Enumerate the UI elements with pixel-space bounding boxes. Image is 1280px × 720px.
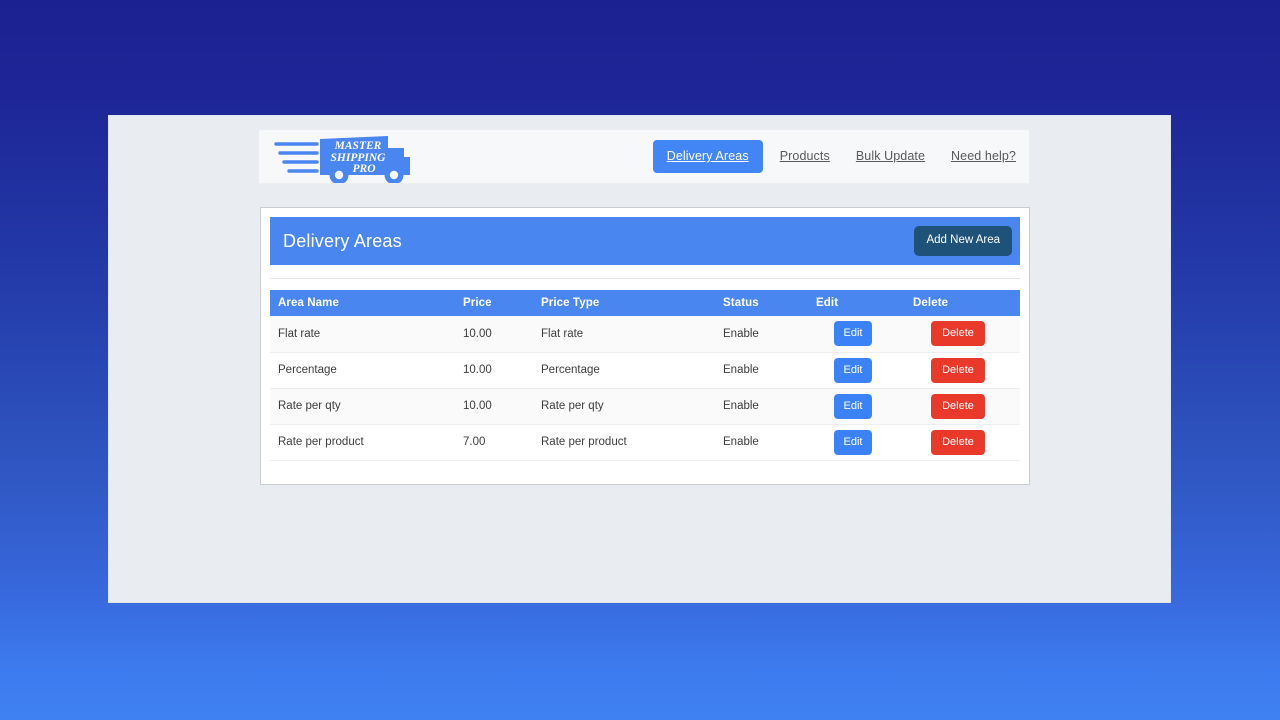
nav-item-bulk-update[interactable]: Bulk Update (843, 150, 938, 163)
edit-button[interactable]: Edit (834, 394, 872, 419)
delete-button[interactable]: Delete (931, 358, 985, 383)
top-navbar: MASTER SHIPPING PRO Delivery Areas Produ… (259, 130, 1029, 184)
cell-price-type: Rate per qty (533, 388, 715, 424)
svg-text:PRO: PRO (353, 163, 376, 175)
table-row: Rate per qty 10.00 Rate per qty Enable E… (270, 388, 1020, 424)
cell-price: 7.00 (455, 424, 533, 460)
delete-button[interactable]: Delete (931, 394, 985, 419)
cell-area-name: Rate per qty (270, 388, 455, 424)
cell-price-type: Flat rate (533, 316, 715, 352)
cell-price: 10.00 (455, 388, 533, 424)
cell-status: Enable (715, 352, 808, 388)
edit-button[interactable]: Edit (834, 321, 872, 346)
edit-button[interactable]: Edit (834, 358, 872, 383)
svg-text:MASTER: MASTER (334, 140, 382, 152)
add-new-area-button[interactable]: Add New Area (914, 226, 1012, 256)
column-header-delete: Delete (905, 290, 1020, 316)
page-title: Delivery Areas (283, 231, 402, 252)
cell-area-name: Flat rate (270, 316, 455, 352)
column-header-edit: Edit (808, 290, 905, 316)
column-header-area-name: Area Name (270, 290, 455, 316)
nav-item-products[interactable]: Products (767, 150, 843, 163)
table-row: Flat rate 10.00 Flat rate Enable Edit De… (270, 316, 1020, 352)
app-viewport-panel: MASTER SHIPPING PRO Delivery Areas Produ… (108, 115, 1171, 603)
delivery-truck-icon: MASTER SHIPPING PRO (270, 130, 422, 184)
table-header-row: Area Name Price Price Type Status Edit D… (270, 290, 1020, 316)
cell-area-name: Rate per product (270, 424, 455, 460)
cell-price-type: Percentage (533, 352, 715, 388)
delete-button[interactable]: Delete (931, 321, 985, 346)
cell-price-type: Rate per product (533, 424, 715, 460)
delivery-areas-card: Delivery Areas Add New Area Area Name Pr… (260, 207, 1030, 485)
nav-item-need-help[interactable]: Need help? (938, 150, 1029, 163)
nav-item-delivery-areas[interactable]: Delivery Areas (653, 140, 763, 173)
column-header-price: Price (455, 290, 533, 316)
edit-button[interactable]: Edit (834, 430, 872, 455)
cell-status: Enable (715, 424, 808, 460)
nav-links: Delivery Areas Products Bulk Update Need… (653, 130, 1029, 183)
column-header-status: Status (715, 290, 808, 316)
delivery-areas-table: Area Name Price Price Type Status Edit D… (270, 290, 1020, 461)
cell-status: Enable (715, 316, 808, 352)
cell-area-name: Percentage (270, 352, 455, 388)
delete-button[interactable]: Delete (931, 430, 985, 455)
table-row: Rate per product 7.00 Rate per product E… (270, 424, 1020, 460)
cell-price: 10.00 (455, 352, 533, 388)
cell-status: Enable (715, 388, 808, 424)
cell-price: 10.00 (455, 316, 533, 352)
card-header: Delivery Areas Add New Area (270, 217, 1020, 265)
column-header-price-type: Price Type (533, 290, 715, 316)
table-row: Percentage 10.00 Percentage Enable Edit … (270, 352, 1020, 388)
header-divider (270, 278, 1020, 279)
